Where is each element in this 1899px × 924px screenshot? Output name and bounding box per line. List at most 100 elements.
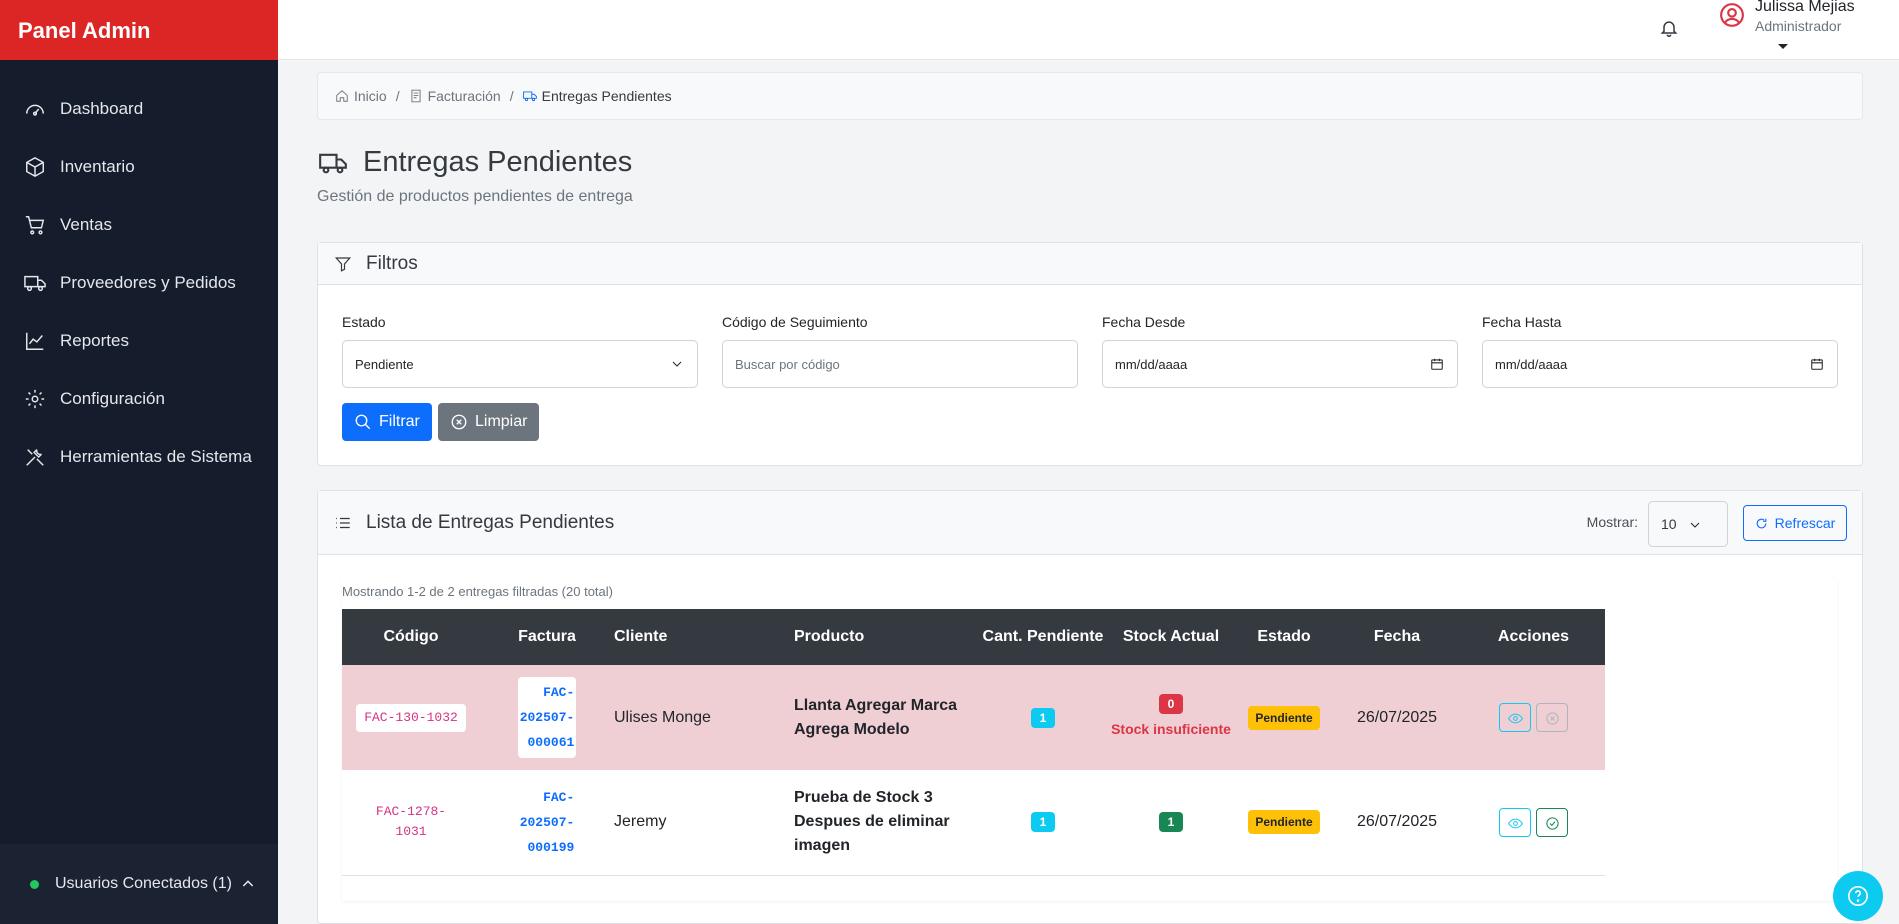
filters-title: Filtros — [366, 252, 418, 274]
question-icon — [1848, 886, 1868, 906]
close-circle-icon — [1546, 712, 1559, 725]
sidebar: Panel Admin Dashboard Inventario Ventas … — [0, 0, 278, 924]
cantidad-badge: 1 — [1030, 812, 1056, 833]
page-title: Entregas Pendientes — [317, 146, 632, 179]
sidebar-item-inventario[interactable]: Inventario — [0, 138, 278, 196]
check-circle-icon — [1546, 817, 1559, 830]
fecha-hasta-input[interactable]: mm/dd/aaaa — [1482, 340, 1838, 388]
breadcrumb-separator: / — [509, 88, 514, 104]
cancel-delivery-button[interactable] — [1535, 703, 1568, 732]
sidebar-item-label: Reportes — [60, 331, 129, 350]
breadcrumb: Inicio / Facturación / Entregas Pendient… — [317, 72, 1863, 120]
table-header-row: Código Factura Cliente Producto Cant. Pe… — [342, 609, 1605, 665]
user-avatar-icon — [1720, 3, 1744, 27]
col-codigo[interactable]: Código — [342, 609, 480, 665]
box-icon — [26, 156, 44, 178]
breadcrumb-current-wrap: Entregas Pendientes — [522, 88, 672, 104]
gear-icon — [25, 389, 45, 409]
col-producto[interactable]: Producto — [794, 609, 980, 665]
user-role: Administrador — [1755, 18, 1842, 34]
codigo-label: Código de Seguimiento — [722, 314, 868, 330]
col-fecha[interactable]: Fecha — [1332, 609, 1462, 665]
receipt-icon — [411, 89, 421, 103]
sidebar-item-label: Dashboard — [60, 99, 144, 118]
stock-badge: 0 — [1158, 694, 1184, 714]
truck-icon — [319, 153, 347, 173]
col-stock[interactable]: Stock Actual — [1106, 609, 1236, 665]
fecha-desde-input[interactable]: mm/dd/aaaa — [1102, 340, 1458, 388]
page-subtitle: Gestión de productos pendientes de entre… — [317, 188, 633, 205]
fecha-desde-label: Fecha Desde — [1102, 314, 1186, 330]
fecha-cell: 26/07/2025 — [1332, 770, 1462, 876]
chart-line-icon — [26, 332, 44, 350]
sidebar-item-proveedores[interactable]: Proveedores y Pedidos — [0, 254, 278, 312]
sidebar-item-label: Ventas — [60, 215, 112, 234]
page-size-value: 10 — [1661, 516, 1677, 532]
factura-link[interactable]: FAC- 202507- 000061 — [517, 677, 577, 758]
filter-button-label: Filtrar — [379, 413, 420, 430]
sidebar-item-label: Inventario — [60, 157, 135, 176]
sidebar-item-label: Configuración — [60, 389, 165, 408]
user-name: Julissa Mejias — [1755, 0, 1855, 15]
sidebar-item-label: Proveedores y Pedidos — [60, 273, 236, 292]
online-status-dot — [30, 879, 39, 889]
factura-link[interactable]: FAC- 202507- 000199 — [517, 781, 577, 863]
breadcrumb-home[interactable]: Inicio — [354, 88, 387, 104]
tools-icon — [26, 449, 44, 466]
estado-label: Estado — [342, 314, 386, 330]
producto-cell: Llanta Agregar Marca Agrega Modelo — [794, 665, 980, 770]
status-badge: Pendiente — [1248, 705, 1320, 730]
search-icon — [355, 414, 371, 430]
view-button[interactable] — [1499, 807, 1532, 837]
calendar-icon[interactable] — [1810, 357, 1824, 371]
sidebar-nav: Dashboard Inventario Ventas Proveedores … — [0, 60, 278, 486]
topbar: Julissa Mejias Administrador — [278, 0, 1899, 60]
sidebar-item-herramientas[interactable]: Herramientas de Sistema — [0, 428, 278, 486]
breadcrumb-current: Entregas Pendientes — [541, 88, 672, 104]
eye-icon — [1508, 713, 1524, 724]
producto-cell: Prueba de Stock 3 Despues de eliminar im… — [794, 770, 980, 876]
sidebar-item-ventas[interactable]: Ventas — [0, 196, 278, 254]
dashboard-icon — [26, 104, 44, 116]
show-label: Mostrar: — [1586, 514, 1638, 530]
fecha-hasta-value: mm/dd/aaaa — [1495, 356, 1568, 372]
brand-title[interactable]: Panel Admin — [0, 0, 278, 60]
sidebar-item-dashboard[interactable]: Dashboard — [0, 80, 278, 138]
bell-icon[interactable] — [1659, 18, 1679, 38]
codigo-input[interactable]: Buscar por código — [722, 340, 1078, 388]
truck-icon — [24, 275, 46, 292]
page-title-text: Entregas Pendientes — [363, 146, 633, 178]
col-cliente[interactable]: Cliente — [614, 609, 794, 665]
fecha-desde-value: mm/dd/aaaa — [1115, 356, 1188, 372]
view-button[interactable] — [1499, 703, 1532, 732]
fecha-hasta-label: Fecha Hasta — [1482, 314, 1562, 330]
breadcrumb-section[interactable]: Facturación — [428, 88, 501, 104]
codigo-cell: FAC-1278- 1031 — [367, 798, 455, 847]
codigo-placeholder: Buscar por código — [735, 356, 840, 372]
chevron-down-icon — [672, 361, 682, 367]
chevron-down-icon — [1690, 522, 1700, 528]
stock-warning: Stock insuficiente — [1111, 721, 1231, 737]
help-button[interactable] — [1833, 871, 1883, 921]
col-cantidad[interactable]: Cant. Pendiente — [980, 609, 1106, 665]
col-factura[interactable]: Factura — [480, 609, 614, 665]
confirm-delivery-button[interactable] — [1535, 807, 1568, 837]
clear-button[interactable]: Limpiar — [438, 403, 540, 441]
caret-down-icon — [1778, 44, 1788, 49]
sidebar-item-reportes[interactable]: Reportes — [0, 312, 278, 370]
close-circle-icon — [451, 414, 467, 430]
col-estado[interactable]: Estado — [1236, 609, 1332, 665]
connected-users-toggle[interactable]: Usuarios Conectados (1) — [0, 844, 278, 924]
sidebar-item-configuracion[interactable]: Configuración — [0, 370, 278, 428]
estado-select-value: Pendiente — [355, 356, 414, 372]
page-size-select[interactable]: 10 — [1648, 501, 1728, 547]
list-title: Lista de Entregas Pendientes — [366, 511, 615, 533]
estado-select[interactable]: Pendiente — [342, 340, 698, 388]
cliente-cell: Jeremy — [614, 770, 794, 876]
calendar-icon[interactable] — [1430, 357, 1444, 371]
fecha-cell: 26/07/2025 — [1332, 665, 1462, 770]
filter-button[interactable]: Filtrar — [342, 403, 432, 441]
refresh-button[interactable]: Refrescar — [1743, 505, 1847, 541]
codigo-cell: FAC-130-1032 — [356, 703, 466, 732]
truck-icon — [522, 91, 537, 102]
